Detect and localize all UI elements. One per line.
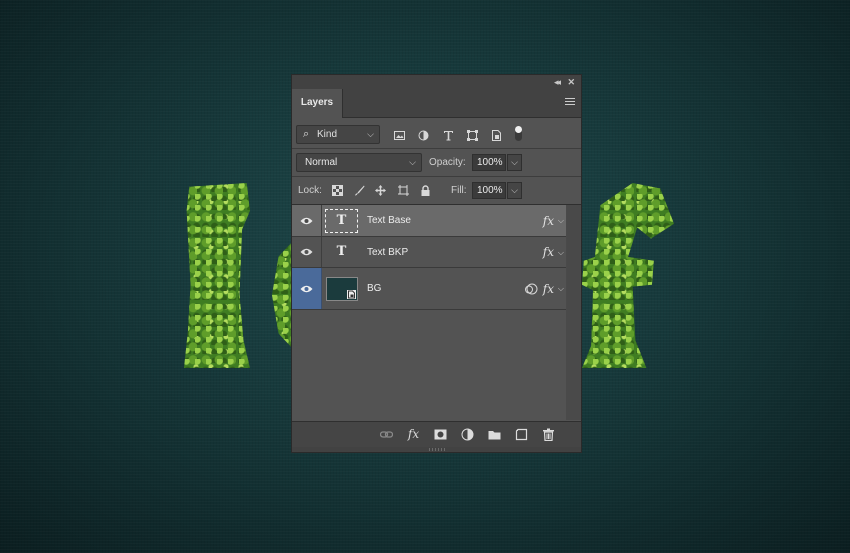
- panel-titlebar: ◂◂ ✕: [292, 75, 581, 90]
- layer-row-text-bkp[interactable]: T Text BKP fx ⌵: [292, 237, 566, 268]
- lock-all-icon[interactable]: [420, 185, 431, 196]
- scrollbar-thumb[interactable]: [567, 205, 580, 310]
- eye-icon[interactable]: [300, 285, 313, 293]
- leafy-letter-l: [184, 183, 250, 368]
- lock-row: Lock: Fill: 100% ⌵: [292, 177, 581, 205]
- layer-thumbnail[interactable]: [326, 277, 358, 301]
- fill-dropdown-button[interactable]: ⌵: [507, 182, 522, 199]
- close-icon[interactable]: ✕: [567, 75, 575, 89]
- fx-icon[interactable]: fx: [407, 428, 420, 441]
- smart-object-filter-icon[interactable]: [491, 130, 502, 141]
- link-icon[interactable]: [380, 428, 393, 441]
- blend-mode-select[interactable]: Normal ⌵: [296, 153, 422, 172]
- text-layer-thumbnail[interactable]: T: [325, 209, 358, 233]
- fill-label: Fill:: [451, 185, 467, 196]
- search-icon: ⌕: [303, 128, 310, 140]
- lock-position-icon[interactable]: [375, 185, 386, 196]
- type-filter-icon[interactable]: [443, 130, 454, 141]
- eye-icon[interactable]: [300, 217, 313, 225]
- visibility-cell[interactable]: [292, 205, 322, 236]
- fill-input[interactable]: 100%: [472, 182, 506, 199]
- opacity-label: Opacity:: [429, 157, 466, 168]
- visibility-cell[interactable]: [292, 237, 322, 267]
- layers-panel: ◂◂ ✕ Layers ⌕ Kind ⌵ Normal ⌵ Opacity: 1…: [291, 74, 582, 453]
- layer-name[interactable]: Text Base: [367, 205, 411, 237]
- lock-artboard-icon[interactable]: [398, 185, 409, 196]
- lock-transparent-icon[interactable]: [332, 185, 343, 196]
- adjustment-icon[interactable]: [461, 428, 474, 441]
- tab-layers[interactable]: Layers: [292, 89, 343, 118]
- fx-icon[interactable]: fx: [543, 237, 554, 268]
- chevron-down-icon: ⌵: [409, 157, 416, 167]
- resize-grip[interactable]: [292, 447, 581, 452]
- smart-object-badge-icon: [347, 290, 356, 299]
- new-layer-icon[interactable]: [515, 428, 528, 441]
- folder-icon[interactable]: [488, 428, 501, 441]
- text-layer-thumbnail[interactable]: T: [325, 241, 358, 265]
- eye-icon[interactable]: [300, 248, 313, 256]
- clip-link-icon[interactable]: [525, 283, 538, 295]
- image-filter-icon[interactable]: [394, 130, 405, 141]
- shape-filter-icon[interactable]: [467, 130, 478, 141]
- layer-name[interactable]: Text BKP: [367, 237, 408, 268]
- layer-row-bg[interactable]: BG fx ⌵: [292, 268, 566, 310]
- kind-filter-select[interactable]: ⌕ Kind ⌵: [296, 125, 380, 144]
- opacity-input[interactable]: 100%: [472, 154, 506, 171]
- lock-label: Lock:: [298, 185, 322, 196]
- blend-mode-value: Normal: [305, 157, 338, 168]
- opacity-dropdown-button[interactable]: ⌵: [507, 154, 522, 171]
- adjustment-filter-icon[interactable]: [418, 130, 429, 141]
- filter-row: ⌕ Kind ⌵: [292, 122, 581, 149]
- chevron-down-icon: ⌵: [367, 129, 374, 139]
- fx-icon[interactable]: fx: [543, 205, 554, 237]
- trash-icon[interactable]: [542, 428, 555, 441]
- blend-row: Normal ⌵ Opacity: 100% ⌵: [292, 149, 581, 177]
- collapse-icon[interactable]: ◂◂: [554, 75, 561, 89]
- layer-row-text-base[interactable]: T Text Base fx ⌵: [292, 205, 566, 237]
- panel-bottom-bar: fx: [292, 421, 581, 448]
- mask-icon[interactable]: [434, 428, 447, 441]
- chevron-down-icon[interactable]: ⌵: [558, 268, 564, 310]
- panel-tab-row: Layers: [292, 89, 581, 118]
- panel-menu-icon[interactable]: [565, 98, 575, 107]
- layers-list: T Text Base fx ⌵ T Text BKP fx ⌵ BG fx ⌵: [292, 205, 566, 420]
- filter-toggle[interactable]: [515, 126, 522, 141]
- chevron-down-icon[interactable]: ⌵: [558, 237, 564, 268]
- visibility-cell[interactable]: [292, 268, 322, 309]
- chevron-down-icon[interactable]: ⌵: [558, 205, 564, 237]
- lock-image-icon[interactable]: [354, 185, 365, 196]
- layer-name[interactable]: BG: [367, 268, 381, 310]
- kind-label: Kind: [317, 129, 338, 140]
- fx-icon[interactable]: fx: [543, 268, 554, 310]
